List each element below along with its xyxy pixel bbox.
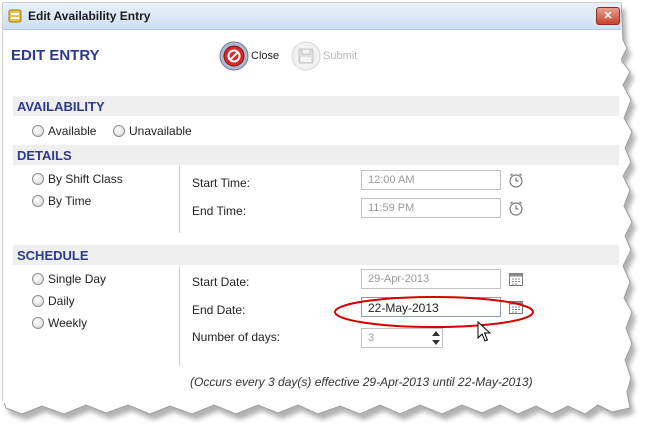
availability-header-label: AVAILABILITY (17, 99, 105, 114)
schedule-header-label: SCHEDULE (17, 248, 89, 263)
submit-button-label: Submit (323, 50, 358, 62)
mouse-cursor-icon (477, 321, 491, 342)
end-time-label: End Time: (192, 204, 247, 218)
radio-weekly[interactable]: Weekly (32, 316, 87, 330)
end-date-input[interactable]: 22-May-2013 (361, 297, 501, 317)
radio-label: Available (48, 124, 97, 138)
start-date-calendar-icon[interactable] (508, 271, 524, 287)
availability-section-header: AVAILABILITY (13, 96, 619, 116)
radio-single-day[interactable]: Single Day (32, 272, 106, 286)
schedule-section-header: SCHEDULE (13, 245, 619, 265)
title-bar[interactable]: Edit Availability Entry ✕ (3, 3, 621, 30)
radio-label: By Time (48, 194, 92, 208)
radio-circle (32, 295, 44, 307)
number-of-days-label: Number of days: (192, 330, 281, 344)
radio-circle (32, 317, 44, 329)
close-button[interactable]: Close (219, 41, 279, 71)
radio-circle (32, 195, 44, 207)
window-close-button[interactable]: ✕ (596, 7, 620, 25)
radio-circle (113, 125, 125, 137)
start-time-label: Start Time: (192, 176, 251, 190)
start-date-input[interactable]: 29-Apr-2013 (361, 269, 501, 289)
details-section-header: DETAILS (13, 145, 619, 165)
end-date-calendar-icon[interactable] (508, 299, 524, 315)
end-time-input[interactable]: 11:59 PM (361, 198, 501, 218)
save-disk-icon (291, 41, 321, 71)
window-title: Edit Availability Entry (28, 9, 151, 23)
schedule-summary: (Occurs every 3 day(s) effective 29-Apr-… (190, 375, 533, 389)
radio-by-shift-class[interactable]: By Shift Class (32, 172, 123, 186)
details-divider (179, 165, 180, 233)
radio-label: Unavailable (129, 124, 192, 138)
schedule-divider (179, 266, 180, 366)
submit-button[interactable]: Submit (291, 41, 357, 71)
radio-unavailable[interactable]: Unavailable (113, 124, 192, 138)
start-time-clock-icon[interactable] (508, 172, 524, 188)
details-header-label: DETAILS (17, 148, 72, 163)
radio-label: By Shift Class (48, 172, 123, 186)
radio-circle (32, 173, 44, 185)
radio-label: Single Day (48, 272, 107, 286)
edit-availability-window: Edit Availability Entry ✕ EDIT ENTRY Clo… (3, 3, 621, 403)
radio-label: Daily (48, 294, 75, 308)
radio-label: Weekly (48, 316, 88, 330)
radio-circle (32, 273, 44, 285)
end-date-label: End Date: (192, 303, 246, 317)
start-date-label: Start Date: (192, 275, 250, 289)
radio-available[interactable]: Available (32, 124, 96, 138)
app-icon (8, 9, 22, 23)
radio-circle (32, 125, 44, 137)
close-button-label: Close (251, 50, 280, 62)
number-of-days-spinner[interactable]: 3 (361, 328, 443, 348)
number-of-days-value: 3 (368, 332, 375, 344)
radio-daily[interactable]: Daily (32, 294, 75, 308)
spin-down-arrow-icon[interactable] (432, 340, 440, 345)
radio-by-time[interactable]: By Time (32, 194, 91, 208)
start-time-input[interactable]: 12:00 AM (361, 170, 501, 190)
end-time-clock-icon[interactable] (508, 200, 524, 216)
close-circle-icon (219, 41, 249, 71)
spin-up-arrow-icon[interactable] (432, 331, 440, 336)
page-title: EDIT ENTRY (11, 47, 100, 64)
